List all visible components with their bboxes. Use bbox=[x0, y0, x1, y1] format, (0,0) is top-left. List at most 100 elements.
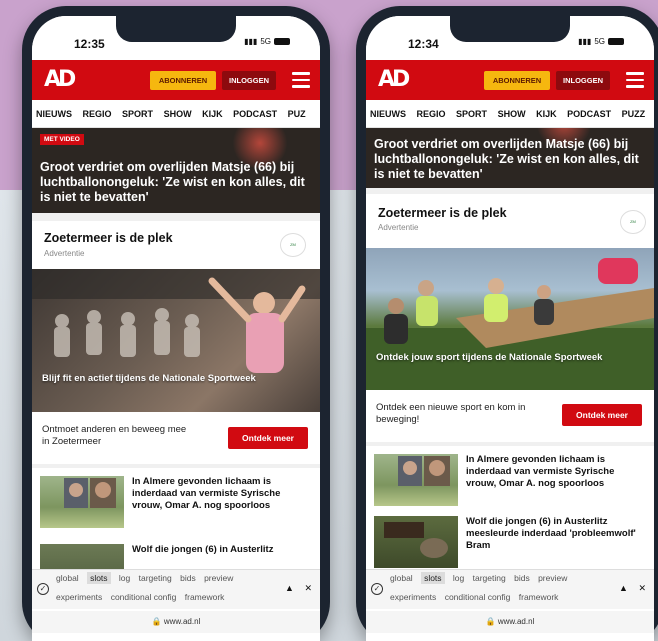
debug-tab-conditional-config[interactable]: conditional config bbox=[111, 592, 177, 602]
ad-header: Zoetermeer is de plek Advertentie ZM bbox=[32, 221, 320, 269]
nav-item-puzzel[interactable]: PUZ bbox=[288, 109, 306, 119]
subscribe-button[interactable]: ABONNEREN bbox=[484, 71, 550, 90]
url-text: www.ad.nl bbox=[163, 617, 201, 626]
nav-item-show[interactable]: SHOW bbox=[498, 109, 526, 119]
section-nav: NIEUWS REGIO SPORT SHOW KIJK PODCAST PUZ… bbox=[366, 100, 654, 128]
debug-tab-slots[interactable]: slots bbox=[421, 572, 445, 584]
debug-tab-framework[interactable]: framework bbox=[519, 592, 559, 602]
ad-label: Advertentie bbox=[44, 249, 85, 258]
phone-notch bbox=[450, 16, 570, 42]
status-time: 12:35 bbox=[74, 37, 105, 51]
url-bar[interactable]: 🔒 www.ad.nl bbox=[366, 611, 654, 633]
debug-tab-targeting[interactable]: targeting bbox=[139, 573, 172, 583]
sponsor-logo: ZM bbox=[280, 233, 306, 257]
nav-item-puzzel[interactable]: PUZZ bbox=[622, 109, 646, 119]
ad-title[interactable]: Zoetermeer is de plek bbox=[378, 206, 507, 220]
debug-controls: ▲ ✕ bbox=[611, 583, 646, 594]
close-icon[interactable]: ✕ bbox=[638, 583, 646, 593]
check-icon[interactable]: ✓ bbox=[37, 583, 49, 595]
nav-item-sport[interactable]: SPORT bbox=[122, 109, 153, 119]
site-header: AD ABONNEREN INLOGGEN bbox=[32, 60, 320, 100]
debug-tab-experiments[interactable]: experiments bbox=[56, 592, 102, 602]
article-title[interactable]: In Almere gevonden lichaam is inderdaad … bbox=[132, 476, 312, 512]
cta-text: Ontdek een nieuwe sport en kom in bewegi… bbox=[376, 402, 526, 425]
article-item[interactable]: In Almere gevonden lichaam is inderdaad … bbox=[32, 468, 320, 538]
debug-tab-preview[interactable]: preview bbox=[204, 573, 233, 583]
debug-tab-log[interactable]: log bbox=[119, 573, 130, 583]
debug-tab-log[interactable]: log bbox=[453, 573, 464, 583]
debug-tab-bids[interactable]: bids bbox=[514, 573, 530, 583]
check-icon[interactable]: ✓ bbox=[371, 583, 383, 595]
ad-caption: Blijf fit en actief tijdens de Nationale… bbox=[42, 373, 256, 384]
nav-item-regio[interactable]: REGIO bbox=[83, 109, 112, 119]
login-button[interactable]: INLOGGEN bbox=[556, 71, 610, 90]
collapse-icon[interactable]: ▲ bbox=[619, 583, 628, 593]
debug-tab-slots[interactable]: slots bbox=[87, 572, 111, 584]
signal-icon: ▮▮▮ bbox=[578, 37, 592, 46]
ad-label: Advertentie bbox=[378, 223, 419, 232]
debug-tabs-row2: experiments conditional config framework bbox=[390, 592, 564, 602]
debug-tab-bids[interactable]: bids bbox=[180, 573, 196, 583]
article-item[interactable]: Wolf die jongen (6) in Austerlitz bbox=[32, 538, 320, 596]
url-text: www.ad.nl bbox=[497, 617, 535, 626]
status-time: 12:34 bbox=[408, 37, 439, 51]
discover-more-button[interactable]: Ontdek meer bbox=[228, 427, 308, 449]
debug-tabs-row1: global slots log targeting bids preview bbox=[56, 572, 239, 584]
ad-cta: Ontdek een nieuwe sport en kom in bewegi… bbox=[366, 390, 654, 442]
article-item[interactable]: Wolf die jongen (6) in Austerlitz meesle… bbox=[366, 512, 654, 572]
article-title[interactable]: Wolf die jongen (6) in Austerlitz bbox=[132, 544, 312, 556]
ad-photo-people bbox=[32, 269, 320, 373]
discover-more-button[interactable]: Ontdek meer bbox=[562, 404, 642, 426]
nav-item-regio[interactable]: REGIO bbox=[417, 109, 446, 119]
battery-icon bbox=[608, 38, 624, 45]
ad-caption: Ontdek jouw sport tijdens de Nationale S… bbox=[376, 352, 603, 363]
article-title[interactable]: Wolf die jongen (6) in Austerlitz meesle… bbox=[466, 516, 646, 552]
article-item[interactable]: In Almere gevonden lichaam is inderdaad … bbox=[366, 446, 654, 512]
ad-image[interactable]: Blijf fit en actief tijdens de Nationale… bbox=[32, 269, 320, 412]
battery-icon bbox=[274, 38, 290, 45]
hero-article[interactable]: Groot verdriet om overlijden Matsje (66)… bbox=[366, 128, 654, 188]
collapse-icon[interactable]: ▲ bbox=[285, 583, 294, 593]
subscribe-button[interactable]: ABONNEREN bbox=[150, 71, 216, 90]
debug-tab-global[interactable]: global bbox=[56, 573, 79, 583]
hero-title[interactable]: Groot verdriet om overlijden Matsje (66)… bbox=[40, 160, 312, 205]
article-thumbnail bbox=[374, 516, 458, 568]
nav-item-sport[interactable]: SPORT bbox=[456, 109, 487, 119]
nav-item-kijk[interactable]: KIJK bbox=[202, 109, 223, 119]
nav-item-show[interactable]: SHOW bbox=[164, 109, 192, 119]
ad-logo[interactable]: AD bbox=[378, 66, 412, 94]
ad-image[interactable]: Ontdek jouw sport tijdens de Nationale S… bbox=[366, 248, 654, 390]
debug-tabs-row2: experiments conditional config framework bbox=[56, 592, 230, 602]
nav-item-nieuws[interactable]: NIEUWS bbox=[36, 109, 72, 119]
network-label: 5G bbox=[594, 37, 605, 46]
debug-tab-targeting[interactable]: targeting bbox=[473, 573, 506, 583]
video-badge: MET VIDEO bbox=[40, 134, 84, 145]
hero-title[interactable]: Groot verdriet om overlijden Matsje (66)… bbox=[374, 137, 646, 182]
network-label: 5G bbox=[260, 37, 271, 46]
lock-icon: 🔒 bbox=[485, 617, 496, 626]
article-thumbnail bbox=[40, 476, 124, 528]
debug-tab-global[interactable]: global bbox=[390, 573, 413, 583]
login-button[interactable]: INLOGGEN bbox=[222, 71, 276, 90]
ad-logo[interactable]: AD bbox=[44, 66, 78, 94]
nav-item-podcast[interactable]: PODCAST bbox=[567, 109, 611, 119]
url-bar[interactable]: 🔒 www.ad.nl bbox=[32, 611, 320, 633]
status-indicators: ▮▮▮ 5G bbox=[578, 37, 624, 46]
article-title[interactable]: In Almere gevonden lichaam is inderdaad … bbox=[466, 454, 646, 490]
nav-item-podcast[interactable]: PODCAST bbox=[233, 109, 277, 119]
debug-tab-conditional-config[interactable]: conditional config bbox=[445, 592, 511, 602]
debug-tabs-row1: global slots log targeting bids preview bbox=[390, 572, 573, 584]
ad-cta: Ontmoet anderen en beweeg mee in Zoeterm… bbox=[32, 412, 320, 464]
phone-notch bbox=[116, 16, 236, 42]
ad-title[interactable]: Zoetermeer is de plek bbox=[44, 231, 173, 245]
hero-article[interactable]: MET VIDEO Groot verdriet om overlijden M… bbox=[32, 128, 320, 213]
ad-header: Zoetermeer is de plek Advertentie ZM bbox=[366, 194, 654, 248]
nav-item-kijk[interactable]: KIJK bbox=[536, 109, 557, 119]
nav-item-nieuws[interactable]: NIEUWS bbox=[370, 109, 406, 119]
debug-tab-preview[interactable]: preview bbox=[538, 573, 567, 583]
menu-icon[interactable] bbox=[626, 72, 644, 88]
close-icon[interactable]: ✕ bbox=[304, 583, 312, 593]
debug-tab-framework[interactable]: framework bbox=[185, 592, 225, 602]
debug-tab-experiments[interactable]: experiments bbox=[390, 592, 436, 602]
menu-icon[interactable] bbox=[292, 72, 310, 88]
